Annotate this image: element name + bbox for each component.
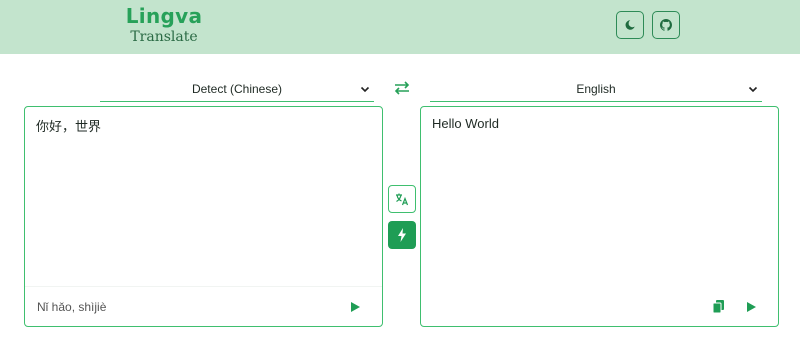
- moon-icon: [625, 20, 635, 30]
- translate-icon: [396, 193, 409, 206]
- source-text[interactable]: 你好，世界: [36, 116, 101, 135]
- source-language-select[interactable]: Detect (Chinese): [100, 76, 374, 102]
- target-language-value: English: [576, 81, 616, 96]
- swap-languages-icon[interactable]: [393, 80, 411, 96]
- play-audio-icon[interactable]: [349, 301, 361, 313]
- translated-text: Hello World: [432, 116, 499, 131]
- header: Lingva Translate: [0, 0, 800, 54]
- source-footer: Nǐ hǎo, shìjiè: [25, 286, 382, 326]
- chevron-down-icon: [360, 86, 370, 93]
- logo[interactable]: Lingva Translate: [122, 5, 206, 46]
- theme-toggle-button[interactable]: [616, 11, 644, 39]
- source-language-value: Detect (Chinese): [191, 81, 283, 96]
- chevron-down-icon: [748, 86, 758, 93]
- github-icon: [660, 19, 672, 31]
- logo-subtitle: Translate: [130, 29, 198, 45]
- auto-translate-button[interactable]: [388, 221, 416, 249]
- source-text-area[interactable]: 你好，世界 Nǐ hǎo, shìjiè: [24, 106, 383, 327]
- lightning-icon: [398, 228, 406, 242]
- github-button[interactable]: [652, 11, 680, 39]
- translate-button[interactable]: [388, 185, 416, 213]
- logo-wordmark: Lingva: [125, 4, 203, 28]
- transliteration-text: Nǐ hǎo, shìjiè: [37, 300, 107, 314]
- copy-icon[interactable]: [713, 300, 724, 313]
- target-text-area: Hello World: [420, 106, 779, 327]
- target-language-select[interactable]: English: [430, 76, 762, 102]
- play-audio-icon[interactable]: [745, 301, 757, 313]
